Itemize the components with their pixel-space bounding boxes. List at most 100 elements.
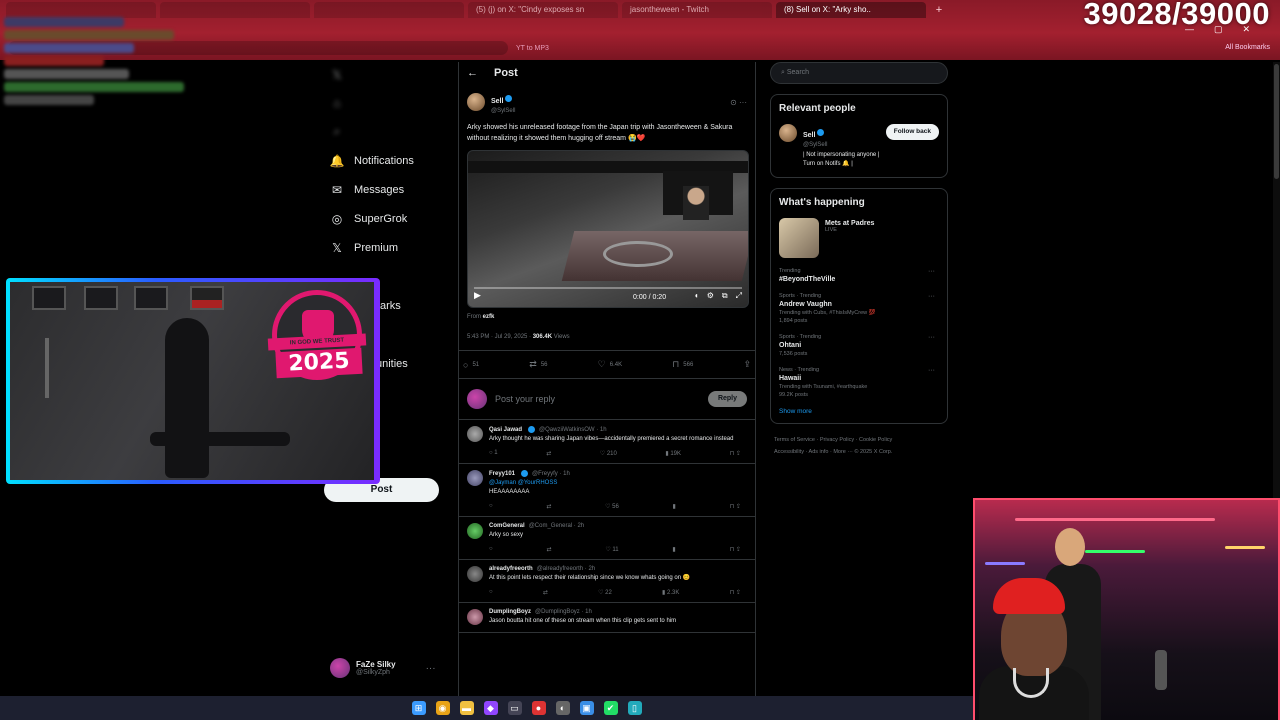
reply-icon[interactable]: ○ xyxy=(489,589,493,596)
like-icon[interactable]: ♡ 210 xyxy=(600,450,617,457)
reply-name[interactable]: ComGeneral xyxy=(489,523,525,529)
footer-link[interactable]: Accessibility xyxy=(774,449,804,455)
nav-messages[interactable]: ✉ Messages xyxy=(330,183,404,197)
obs-icon[interactable]: ◐ xyxy=(555,701,570,715)
reply-icon[interactable]: ○ xyxy=(489,546,493,553)
fullscreen-icon[interactable]: ⤢ xyxy=(736,291,742,301)
reply-input[interactable]: Post your reply xyxy=(495,394,700,404)
trend-item[interactable]: News · Trending Hawaii Trending with Tsu… xyxy=(779,367,939,398)
grok-icon[interactable]: ⊙ ··· xyxy=(730,98,747,107)
reply-handle[interactable]: @Com_General · 2h xyxy=(529,523,584,529)
all-bookmarks[interactable]: All Bookmarks xyxy=(1225,44,1270,51)
footer-link[interactable]: Cookie Policy xyxy=(859,437,892,443)
footer-link[interactable]: Terms of Service xyxy=(774,437,815,443)
avatar[interactable] xyxy=(467,566,483,582)
reply-action[interactable]: ○ 51 xyxy=(463,359,479,370)
phone-icon[interactable]: ▯ xyxy=(627,701,642,715)
nav-home[interactable]: ⌂ xyxy=(330,96,344,110)
pip-icon[interactable]: ⧉ xyxy=(722,291,728,301)
show-more-link[interactable]: Show more xyxy=(779,408,939,415)
reply-button[interactable]: Reply xyxy=(707,391,747,407)
scroll-thumb[interactable] xyxy=(1274,64,1279,179)
browser-tab-active[interactable]: (8) Sell on X: "Arky sho.. xyxy=(776,2,926,18)
like-action[interactable]: ♡ 6.4K xyxy=(598,359,622,370)
nav-supergrok[interactable]: ◎ SuperGrok xyxy=(330,212,407,226)
person-handle[interactable]: @SylSell xyxy=(803,142,880,148)
repost-icon[interactable]: ⇄ xyxy=(546,503,551,510)
more-icon[interactable]: ··· xyxy=(928,367,935,374)
volume-icon[interactable]: ◖ xyxy=(694,291,699,301)
avatar[interactable] xyxy=(467,93,485,111)
more-icon[interactable]: ··· xyxy=(928,268,935,275)
views-icon[interactable]: ▮ 19K xyxy=(665,450,681,457)
nav-premium[interactable]: 𝕏 Premium xyxy=(330,241,398,255)
follow-back-button[interactable]: Follow back xyxy=(885,124,939,140)
record-icon[interactable]: ● xyxy=(531,701,546,715)
reply-name[interactable]: Freyy101 xyxy=(489,471,515,477)
photos-icon[interactable]: ▣ xyxy=(579,701,594,715)
mention-link[interactable]: @Jayman @YourRHOSS xyxy=(489,480,557,486)
bookmark-icon[interactable]: ⊓ ⇪ xyxy=(730,450,741,457)
like-icon[interactable]: ♡ 11 xyxy=(605,546,618,553)
bookmark-icon[interactable]: ⊓ ⇪ xyxy=(730,503,741,510)
views-icon[interactable]: ▮ 2.3K xyxy=(662,589,679,596)
live-event[interactable]: Mets at Padres LIVE xyxy=(779,218,939,258)
footer-link[interactable]: Privacy Policy xyxy=(820,437,854,443)
browser-tab[interactable]: (5) (j) on X: "Cindy exposes sn xyxy=(468,2,618,18)
reply-item[interactable]: alreadyfreeorth @alreadyfreeorth · 2h At … xyxy=(459,560,755,603)
repost-action[interactable]: ⇄ 56 xyxy=(529,359,547,370)
reply-item[interactable]: DumplingBoyz @DumplingBoyz · 1h Jason bou… xyxy=(459,603,755,633)
reply-name[interactable]: DumplingBoyz xyxy=(489,609,531,615)
views-icon[interactable]: ▮ xyxy=(673,503,676,510)
trend-item[interactable]: Sports · Trending Andrew Vaughn Trending… xyxy=(779,293,939,324)
share-action[interactable]: ⇪ xyxy=(743,359,751,370)
author-handle[interactable]: @SylSell xyxy=(491,108,515,114)
more-icon[interactable]: ··· xyxy=(928,293,935,300)
bookmark-icon[interactable]: ⊓ ⇪ xyxy=(730,589,741,596)
reply-item[interactable]: Freyy101 @Freyyfy · 1h @Jayman @YourRHOSS… xyxy=(459,464,755,517)
like-icon[interactable]: ♡ 56 xyxy=(605,503,619,510)
nav-explore[interactable]: ⌕ xyxy=(330,124,344,138)
back-arrow-icon[interactable]: ← xyxy=(467,67,478,79)
x-logo-icon[interactable]: 𝕏 xyxy=(330,68,344,82)
browser-tab[interactable]: jasontheween - Twitch xyxy=(622,2,772,18)
relevant-person[interactable]: Sell @SylSell | Not impersonating anyone… xyxy=(779,124,939,169)
person-name[interactable]: Sell xyxy=(803,132,815,139)
repost-icon[interactable]: ⇄ xyxy=(546,450,551,457)
play-icon[interactable]: ▶ xyxy=(474,290,481,301)
trend-item[interactable]: Trending #BeyondTheVille ··· xyxy=(779,268,939,283)
post-time[interactable]: 5:43 PM · Jul 29, 2025 · xyxy=(467,334,531,340)
avatar[interactable] xyxy=(779,124,797,142)
reply-icon[interactable]: ○ xyxy=(489,503,493,510)
views-icon[interactable]: ▮ xyxy=(672,546,675,553)
avatar[interactable] xyxy=(467,470,483,486)
bookmark-action[interactable]: ⊓ 566 xyxy=(672,359,693,370)
account-switcher[interactable]: FaZe Silky @SilkyZph ··· xyxy=(330,658,436,678)
avatar[interactable] xyxy=(467,609,483,625)
from-name[interactable]: ezfk xyxy=(483,314,495,320)
like-icon[interactable]: ♡ 22 xyxy=(598,589,612,596)
reply-handle[interactable]: @DumplingBoyz · 1h xyxy=(535,609,592,615)
reply-handle[interactable]: @Freyyfy · 1h xyxy=(532,471,570,477)
more-icon[interactable]: ··· xyxy=(426,663,436,674)
more-icon[interactable]: ··· xyxy=(928,334,935,341)
bookmark-icon[interactable]: ⊓ ⇪ xyxy=(730,546,741,553)
avatar[interactable] xyxy=(467,426,483,442)
video-player[interactable]: ▶ 0:00 / 0:20 ◖ ⚙ ⧉ ⤢ xyxy=(467,150,749,308)
folder-icon[interactable]: ▬ xyxy=(459,701,474,715)
trend-item[interactable]: Sports · Trending Ohtani 7,536 posts ··· xyxy=(779,334,939,357)
footer-link[interactable]: Ads info xyxy=(809,449,829,455)
reply-item[interactable]: Qasi Jawad @QawziiWatkinsOW · 1h Arky tho… xyxy=(459,420,755,464)
reply-handle[interactable]: @alreadyfreeorth · 2h xyxy=(537,566,595,572)
reply-item[interactable]: ComGeneral @Com_General · 2h Arky so sexy… xyxy=(459,517,755,560)
check-icon[interactable]: ✔ xyxy=(603,701,618,715)
video-progress-bar[interactable] xyxy=(474,287,742,289)
author-name[interactable]: Sell xyxy=(491,98,503,105)
settings-icon[interactable]: ⚙ xyxy=(707,291,714,301)
search-input[interactable]: ⌕ Search xyxy=(770,62,948,84)
avatar[interactable] xyxy=(467,523,483,539)
reply-name[interactable]: Qasi Jawad xyxy=(489,427,522,433)
reply-icon[interactable]: ○ 1 xyxy=(489,450,498,457)
repost-icon[interactable]: ⇄ xyxy=(546,546,551,553)
chrome-icon[interactable]: ◉ xyxy=(435,701,450,715)
